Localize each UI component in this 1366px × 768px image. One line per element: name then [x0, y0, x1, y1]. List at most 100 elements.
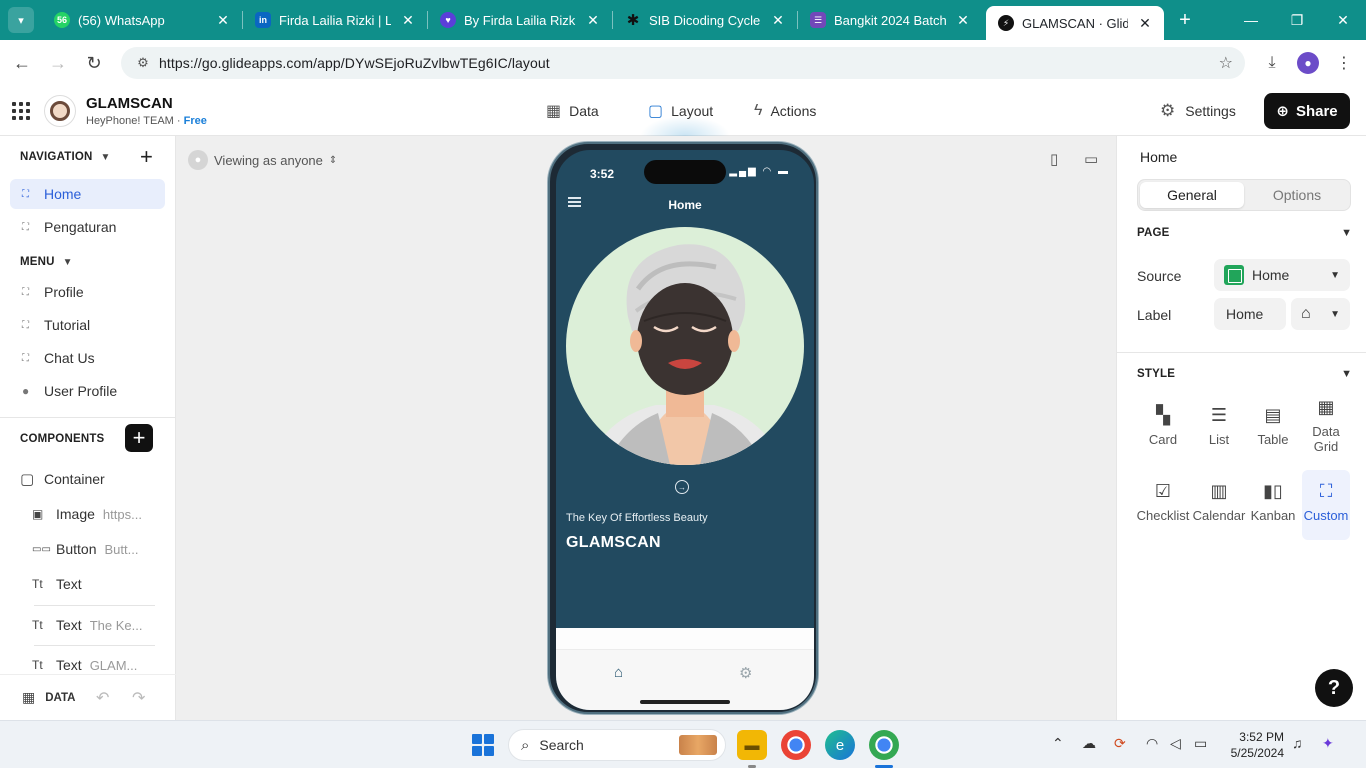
taskbar-search[interactable]: ⌕ Search: [508, 729, 726, 761]
help-button[interactable]: ?: [1315, 669, 1353, 707]
home-icon[interactable]: ⌂: [614, 664, 623, 681]
component-image[interactable]: ▣ Image https...: [32, 501, 142, 527]
menu-section-toggle[interactable]: MENU ▼: [20, 256, 73, 268]
tab-label: GLAMSCAN · Glide: [1022, 15, 1128, 31]
apps-grid-icon[interactable]: [12, 102, 30, 120]
tab-search-button[interactable]: ▾: [8, 7, 34, 33]
gear-icon[interactable]: ⚙: [739, 664, 752, 682]
profile-avatar[interactable]: ●: [1290, 40, 1326, 86]
phone-view-icon[interactable]: ▯: [1050, 150, 1058, 168]
tab-general[interactable]: General: [1140, 182, 1244, 208]
container-icon: ▢: [20, 471, 35, 488]
close-icon[interactable]: ✕: [1136, 15, 1154, 32]
copilot-icon[interactable]: ✦: [1322, 735, 1334, 752]
tablet-view-icon[interactable]: ▭: [1084, 150, 1098, 168]
forward-icon[interactable]: →: [40, 53, 76, 74]
tab-layout[interactable]: ▢ Layout: [648, 98, 713, 124]
tab-options[interactable]: Options: [1245, 182, 1349, 208]
taskbar-clock[interactable]: 3:52 PM 5/25/2024: [1228, 729, 1284, 761]
sidebar-item-tutorial[interactable]: ⛶ Tutorial: [10, 310, 165, 340]
add-component-button[interactable]: +: [125, 424, 153, 452]
new-tab-button[interactable]: +: [1170, 9, 1200, 32]
sidebar-item-pengaturan[interactable]: ⛶ Pengaturan: [10, 212, 165, 242]
sidebar-item-home[interactable]: ⛶ Home: [10, 179, 165, 209]
chevron-down-icon[interactable]: ▼: [1341, 227, 1352, 239]
label-input[interactable]: Home: [1214, 298, 1286, 330]
undo-icon[interactable]: ↶: [96, 688, 109, 708]
site-info-icon[interactable]: ⚙: [131, 55, 155, 71]
volume-icon[interactable]: ◁: [1170, 735, 1181, 752]
style-kanban[interactable]: ▮▯ Kanban: [1245, 470, 1301, 532]
chevron-up-icon[interactable]: ⌃: [1052, 735, 1064, 752]
reload-icon[interactable]: ↻: [76, 53, 112, 74]
battery-icon[interactable]: ▭: [1194, 735, 1207, 752]
home-indicator: [640, 700, 730, 704]
chrome-icon[interactable]: [781, 730, 811, 760]
app-logo[interactable]: [44, 95, 76, 127]
windows-start-icon[interactable]: [472, 734, 494, 756]
close-icon[interactable]: ✕: [954, 12, 972, 29]
component-text[interactable]: Tt Text: [32, 571, 82, 597]
close-icon[interactable]: ✕: [214, 12, 232, 29]
component-text[interactable]: Tt Text The Ke...: [32, 612, 142, 638]
component-container[interactable]: ▢ Container: [20, 466, 105, 492]
style-list[interactable]: ☰ List: [1191, 394, 1247, 456]
hero-image[interactable]: [566, 227, 804, 465]
restore-icon[interactable]: ❐: [1274, 0, 1320, 40]
close-icon[interactable]: ✕: [399, 12, 417, 29]
tab-actions[interactable]: ϟ Actions: [754, 98, 816, 124]
style-table[interactable]: ▤ Table: [1245, 394, 1301, 456]
file-explorer-icon[interactable]: ▬: [737, 730, 767, 760]
sidebar-item-user-profile[interactable]: ● User Profile: [10, 376, 165, 406]
style-custom[interactable]: ⛶ Custom: [1302, 470, 1350, 540]
label-icon-select[interactable]: ⌂ ▼: [1291, 298, 1350, 330]
component-button[interactable]: ▭▭ Button Butt...: [32, 536, 138, 562]
download-icon[interactable]: ⤓: [1254, 40, 1290, 86]
data-button[interactable]: DATA: [45, 692, 75, 704]
face-mask-illustration: [566, 227, 804, 465]
sidebar-item-label: Chat Us: [44, 350, 95, 366]
style-calendar[interactable]: ▥ Calendar: [1191, 470, 1247, 532]
component-sub: The Ke...: [89, 617, 143, 633]
chrome-profile-icon[interactable]: [869, 730, 899, 760]
properties-panel: Home General Options PAGE ▼ Source Home …: [1116, 136, 1366, 720]
sidebar-item-profile[interactable]: ⛶ Profile: [10, 277, 165, 307]
tab-label: (56) WhatsApp: [78, 12, 165, 28]
close-icon[interactable]: ✕: [769, 12, 787, 29]
cloud-icon[interactable]: ☁: [1082, 735, 1096, 752]
share-button[interactable]: ⊕ Share: [1264, 93, 1350, 129]
settings-button[interactable]: ⚙ Settings: [1160, 98, 1236, 124]
viewing-as-selector[interactable]: ● Viewing as anyone ⇕: [188, 150, 337, 170]
browser-menu-icon[interactable]: ⋮: [1326, 40, 1362, 86]
navigation-section-toggle[interactable]: NAVIGATION ▼: [20, 151, 111, 163]
style-checklist[interactable]: ☑ Checklist: [1135, 470, 1191, 532]
close-icon[interactable]: ✕: [584, 12, 602, 29]
back-icon[interactable]: ←: [4, 53, 40, 74]
browser-tab-firda[interactable]: ♥ By Firda Lailia Rizki - | ✕: [428, 0, 612, 40]
redo-icon[interactable]: ↷: [132, 688, 145, 708]
browser-tab-dicoding[interactable]: ✱ SIB Dicoding Cycle 7 ✕: [613, 0, 797, 40]
sidebar-item-chat-us[interactable]: ⛶ Chat Us: [10, 343, 165, 373]
browser-tab-bangkit[interactable]: ☰ Bangkit 2024 Batch 2 ✕: [798, 0, 982, 40]
add-screen-button[interactable]: +: [140, 144, 153, 170]
component-text[interactable]: Tt Text GLAM...: [32, 652, 137, 672]
tab-data[interactable]: ▦ Data: [546, 98, 599, 124]
minimize-icon[interactable]: —: [1228, 0, 1274, 40]
bookmark-star-icon[interactable]: ☆: [1219, 53, 1233, 73]
browser-tab-whatsapp[interactable]: 56 (56) WhatsApp ✕: [42, 0, 242, 40]
window-close-icon[interactable]: ✕: [1320, 0, 1366, 40]
browser-tab-glide[interactable]: ⚡ GLAMSCAN · Glide ✕: [986, 6, 1164, 40]
login-arrow-icon[interactable]: →: [675, 480, 689, 494]
address-bar[interactable]: ⚙ https://go.glideapps.com/app/DYwSEjoRu…: [121, 47, 1245, 79]
wifi-icon[interactable]: ◠: [1146, 735, 1158, 752]
source-select[interactable]: Home ▼: [1214, 259, 1350, 291]
edge-icon[interactable]: e: [825, 730, 855, 760]
sync-icon[interactable]: ⟳: [1114, 735, 1126, 752]
notification-bell-icon[interactable]: ♫: [1292, 735, 1303, 751]
chevron-down-icon[interactable]: ▼: [1341, 368, 1352, 380]
style-card[interactable]: ▚ Card: [1135, 394, 1191, 456]
style-data-grid[interactable]: ▦ Data Grid: [1298, 386, 1354, 460]
tab-label: Bangkit 2024 Batch 2: [834, 12, 946, 28]
text-icon: Tt: [32, 618, 43, 632]
browser-tab-linkedin[interactable]: in Firda Lailia Rizki | Link ✕: [243, 0, 427, 40]
